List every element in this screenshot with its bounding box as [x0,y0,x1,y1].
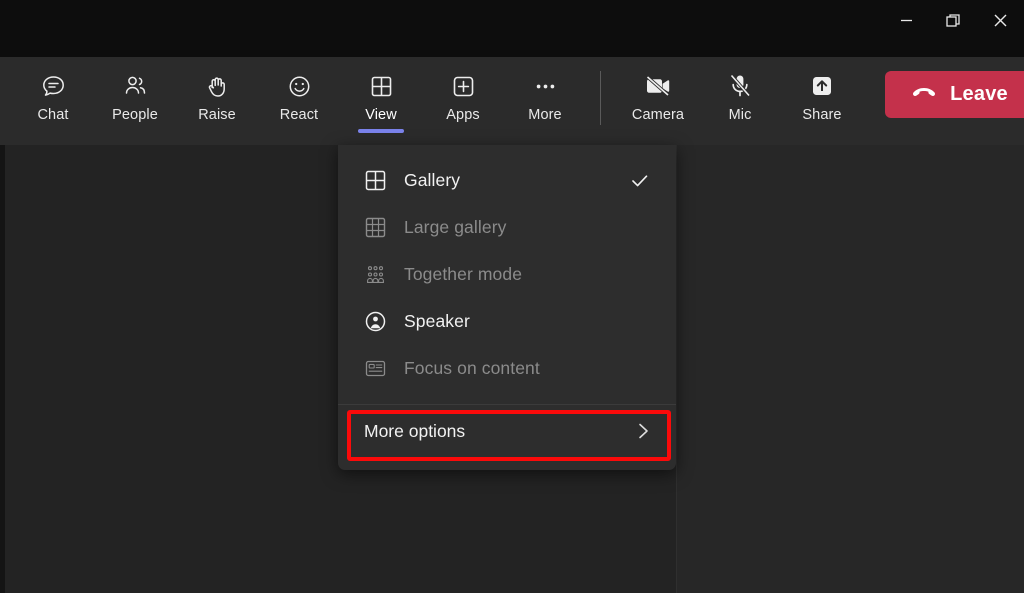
menu-item-label: Gallery [404,170,461,190]
toolbar-item-label: People [112,107,158,123]
leave-button-label: Leave [950,83,1008,105]
toolbar-item-label: Apps [446,107,480,123]
toolbar-item-more[interactable]: More [504,57,586,145]
menu-item-focus-on-content[interactable]: Focus on content [338,345,676,392]
toolbar-item-label: More [528,107,562,123]
toolbar-item-raise[interactable]: Raise [176,57,258,145]
toolbar-item-chat[interactable]: Chat [12,57,94,145]
menu-item-label: Large gallery [404,217,507,237]
meeting-toolbar: Chat People Raise React View Apps More C… [0,57,1024,145]
grid-3x3-icon [362,215,388,241]
toolbar-item-label: Camera [631,107,685,123]
toolbar-item-label: Share [802,107,842,123]
close-icon [991,11,1010,30]
together-mode-icon [362,262,388,288]
toolbar-item-view[interactable]: View [340,57,422,145]
menu-item-speaker[interactable]: Speaker [338,298,676,345]
menu-divider [338,404,676,405]
chat-icon [36,69,70,103]
raise-hand-icon [200,69,234,103]
toolbar-item-label: View [365,107,397,123]
active-tab-indicator [358,129,404,133]
focus-content-icon [362,356,388,382]
title-bar [0,0,1024,57]
toolbar-item-react[interactable]: React [258,57,340,145]
menu-item-large-gallery[interactable]: Large gallery [338,204,676,251]
teams-meeting-window: Chat People Raise React View Apps More C… [0,0,1024,593]
apps-plus-icon [446,69,480,103]
restore-button[interactable] [930,0,977,40]
toolbar-item-label: Mic [728,107,752,123]
toolbar-divider [600,71,601,125]
mic-off-icon [723,69,757,103]
toolbar-item-mic[interactable]: Mic [699,57,781,145]
toolbar-item-camera[interactable]: Camera [617,57,699,145]
toolbar-item-apps[interactable]: Apps [422,57,504,145]
checkmark-icon [629,170,650,191]
toolbar-item-people[interactable]: People [94,57,176,145]
camera-off-icon [641,69,675,103]
menu-item-label: More options [364,420,466,441]
chevron-right-icon [632,420,654,442]
people-icon [118,69,152,103]
menu-item-label: Focus on content [404,358,540,378]
speaker-person-icon [362,309,388,335]
toolbar-item-label: React [279,107,319,123]
menu-item-more-options[interactable]: More options [338,407,676,455]
toolbar-leave-area: Leave [863,57,1024,118]
minimize-icon [898,12,915,29]
menu-item-together-mode[interactable]: Together mode [338,251,676,298]
more-ellipsis-icon [528,69,562,103]
grid-2x2-icon [362,168,388,194]
close-button[interactable] [977,0,1024,40]
toolbar-item-share[interactable]: Share [781,57,863,145]
minimize-button[interactable] [883,0,930,40]
stage-side-panel [676,145,1024,593]
toolbar-item-label: Chat [37,107,69,123]
menu-item-label: Together mode [404,264,523,284]
menu-item-gallery[interactable]: Gallery [338,157,676,204]
share-up-arrow-icon [805,69,839,103]
leave-button[interactable]: Leave [885,71,1024,118]
view-dropdown-menu: Gallery Large gallery Together mode Spea… [338,145,676,470]
toolbar-primary-actions: Chat People Raise React View Apps More C… [0,57,863,145]
toolbar-item-label: Raise [198,107,236,123]
restore-icon [944,11,963,30]
hangup-phone-icon [910,78,938,111]
view-grid-icon [364,69,398,103]
menu-item-label: Speaker [404,311,470,331]
react-smiley-icon [282,69,316,103]
